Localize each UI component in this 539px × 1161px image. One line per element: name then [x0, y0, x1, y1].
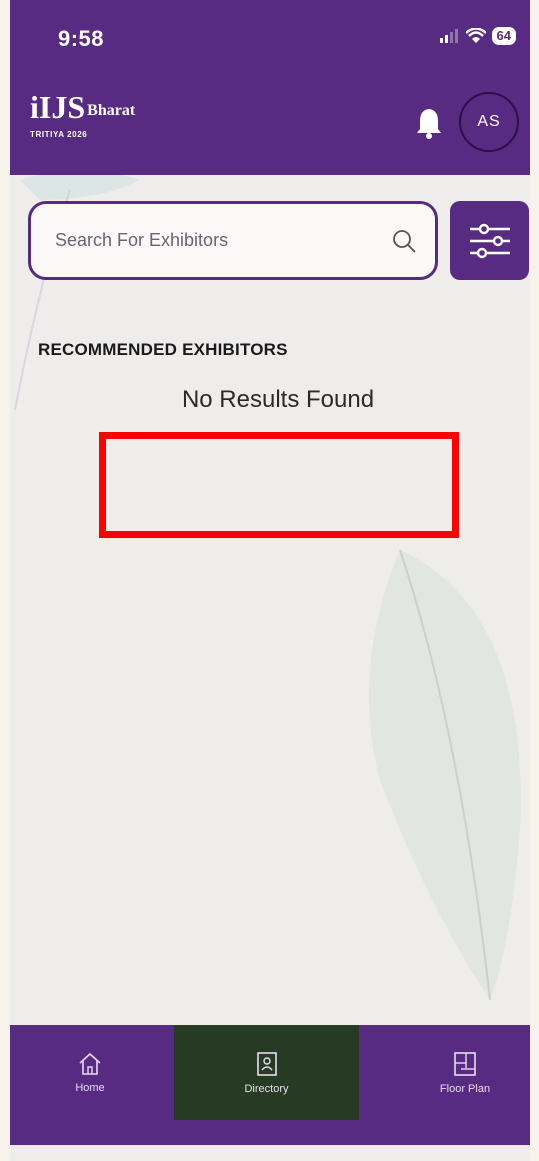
app-header: 9:58 64 iIJS Bharat TRITIYA 2026 AS [10, 0, 530, 175]
search-bar [28, 201, 438, 280]
section-title: RECOMMENDED EXHIBITORS [38, 340, 288, 359]
bottom-nav: Home Directory Floor Plan [10, 1025, 530, 1145]
nav-label-directory: Directory [244, 1082, 289, 1095]
empty-state-message: No Results Found [181, 386, 375, 413]
logo-main-text: iIJS [30, 89, 86, 125]
home-icon [79, 1052, 101, 1075]
nav-item-directory[interactable]: Directory [174, 1025, 359, 1120]
nav-label-floor-plan: Floor Plan [439, 1082, 491, 1095]
leaf-decoration-bottom [368, 549, 521, 1001]
signal-icon [439, 29, 458, 43]
app-logo: iIJS Bharat TRITIYA 2026 [30, 89, 136, 139]
avatar[interactable]: AS [459, 92, 519, 152]
nav-label-home: Home [75, 1081, 105, 1094]
highlight-box [99, 432, 459, 538]
battery-indicator: 64 [491, 27, 516, 45]
search-icon[interactable] [391, 228, 417, 254]
leaf-decoration-top [14, 170, 140, 411]
logo-brand-text: Bharat [87, 101, 136, 119]
search-input[interactable] [53, 229, 391, 252]
filter-button[interactable] [450, 201, 529, 280]
app-screen: 9:58 64 iIJS Bharat TRITIYA 2026 AS Sear… [10, 0, 530, 1161]
logo-tagline: TRITIYA 2026 [30, 129, 88, 139]
directory-icon [256, 1051, 277, 1076]
floor-plan-icon [454, 1051, 476, 1076]
wifi-icon [465, 28, 486, 43]
bell-icon[interactable] [415, 107, 443, 139]
nav-item-home[interactable]: Home [40, 1025, 140, 1120]
status-time: 9:58 [58, 26, 105, 51]
nav-item-floor-plan[interactable]: Floor Plan [410, 1025, 520, 1120]
status-icons: 64 [439, 27, 516, 45]
filter-sliders-icon [469, 223, 510, 258]
